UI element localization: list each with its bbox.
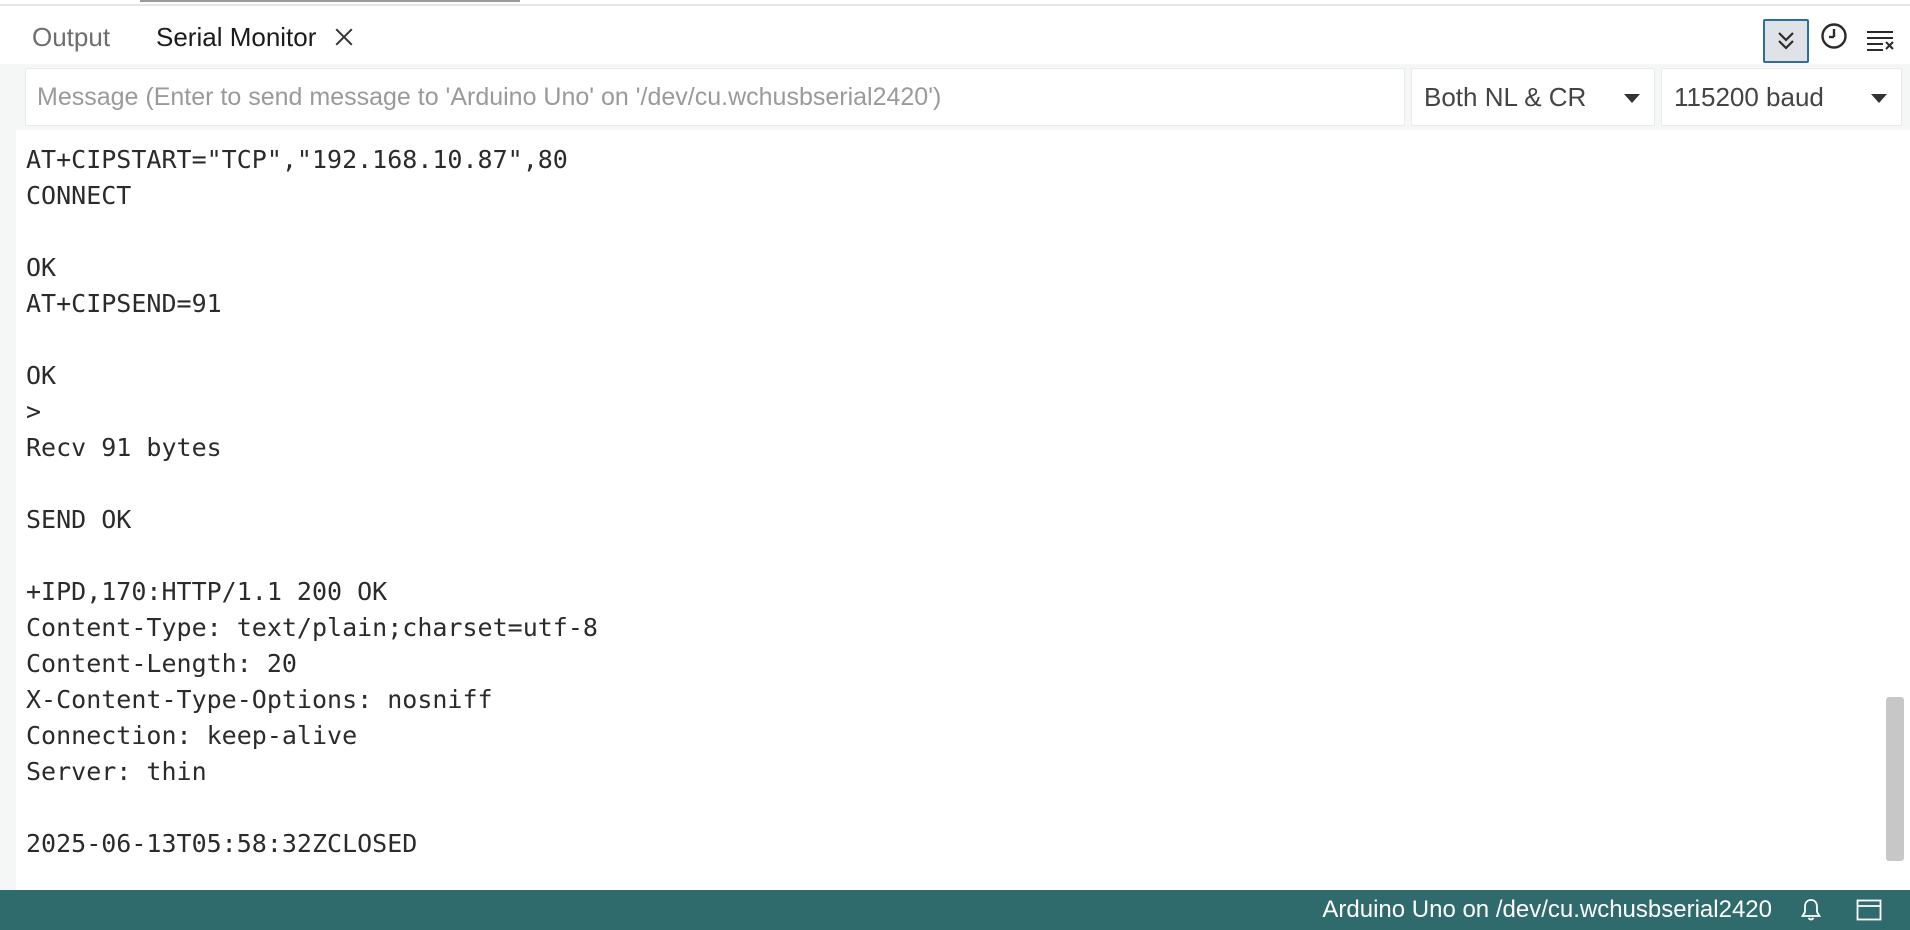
serial-output-console[interactable]: AT+CIPSTART="TCP","192.168.10.87",80 CON…	[0, 130, 1910, 890]
console-line: >	[26, 397, 42, 426]
console-line: X-Content-Type-Options: nosniff	[26, 685, 493, 714]
bell-icon[interactable]	[1798, 898, 1824, 922]
editor-cut-off-line	[140, 0, 520, 2]
console-line: OK	[26, 361, 57, 390]
console-line: OK	[26, 253, 57, 282]
clear-output-icon	[1867, 31, 1894, 51]
console-line: Content-Length: 20	[26, 649, 297, 678]
console-line: CONNECT	[26, 181, 132, 210]
tab-output[interactable]: Output	[32, 22, 110, 52]
console-line: AT+CIPSTART="TCP","192.168.10.87",80	[26, 145, 568, 174]
status-bar: Arduino Uno on /dev/cu.wchusbserial2420	[0, 890, 1910, 930]
line-ending-select[interactable]: Both NL & CR	[1411, 68, 1655, 126]
toggle-panel-icon[interactable]	[1856, 898, 1882, 922]
console-scrollbar-thumb[interactable]	[1886, 697, 1904, 861]
baud-rate-selected-value: 115200 baud	[1674, 82, 1824, 112]
console-line: Content-Type: text/plain;charset=utf-8	[26, 613, 598, 642]
close-icon[interactable]	[334, 27, 354, 47]
console-line: +IPD,170:HTTP/1.1 200 OK	[26, 577, 388, 606]
board-port-status[interactable]: Arduino Uno on /dev/cu.wchusbserial2420	[1322, 890, 1772, 930]
message-row: Both NL & CR 115200 baud	[0, 64, 1910, 130]
console-lines: AT+CIPSTART="TCP","192.168.10.87",80 CON…	[26, 142, 598, 862]
console-line: Server: thin	[26, 757, 207, 786]
chevron-down-icon	[1871, 94, 1887, 103]
console-line: SEND OK	[26, 505, 132, 534]
tab-serial-monitor-label: Serial Monitor	[156, 22, 317, 52]
baud-rate-select[interactable]: 115200 baud	[1661, 68, 1902, 126]
clock-icon	[1821, 23, 1847, 49]
panel-tab-bar: Output Serial Monitor	[0, 6, 1910, 64]
line-ending-selected-value: Both NL & CR	[1424, 82, 1587, 112]
console-line: Recv 91 bytes	[26, 433, 222, 462]
console-line: Connection: keep-alive	[26, 721, 358, 750]
console-line: AT+CIPSEND=91	[26, 289, 222, 318]
tab-serial-monitor[interactable]: Serial Monitor	[156, 22, 354, 52]
clear-output-button[interactable]	[1860, 20, 1900, 60]
toggle-autoscroll-button[interactable]	[1763, 19, 1809, 63]
console-line: 2025-06-13T05:58:32ZCLOSED	[26, 829, 418, 858]
chevron-down-icon	[1624, 94, 1640, 103]
toggle-timestamp-button[interactable]	[1816, 18, 1852, 54]
message-input[interactable]	[25, 68, 1405, 126]
double-chevron-down-icon	[1778, 32, 1794, 50]
serial-monitor-panel: Output Serial Monitor Message (Enter to …	[0, 0, 1910, 930]
